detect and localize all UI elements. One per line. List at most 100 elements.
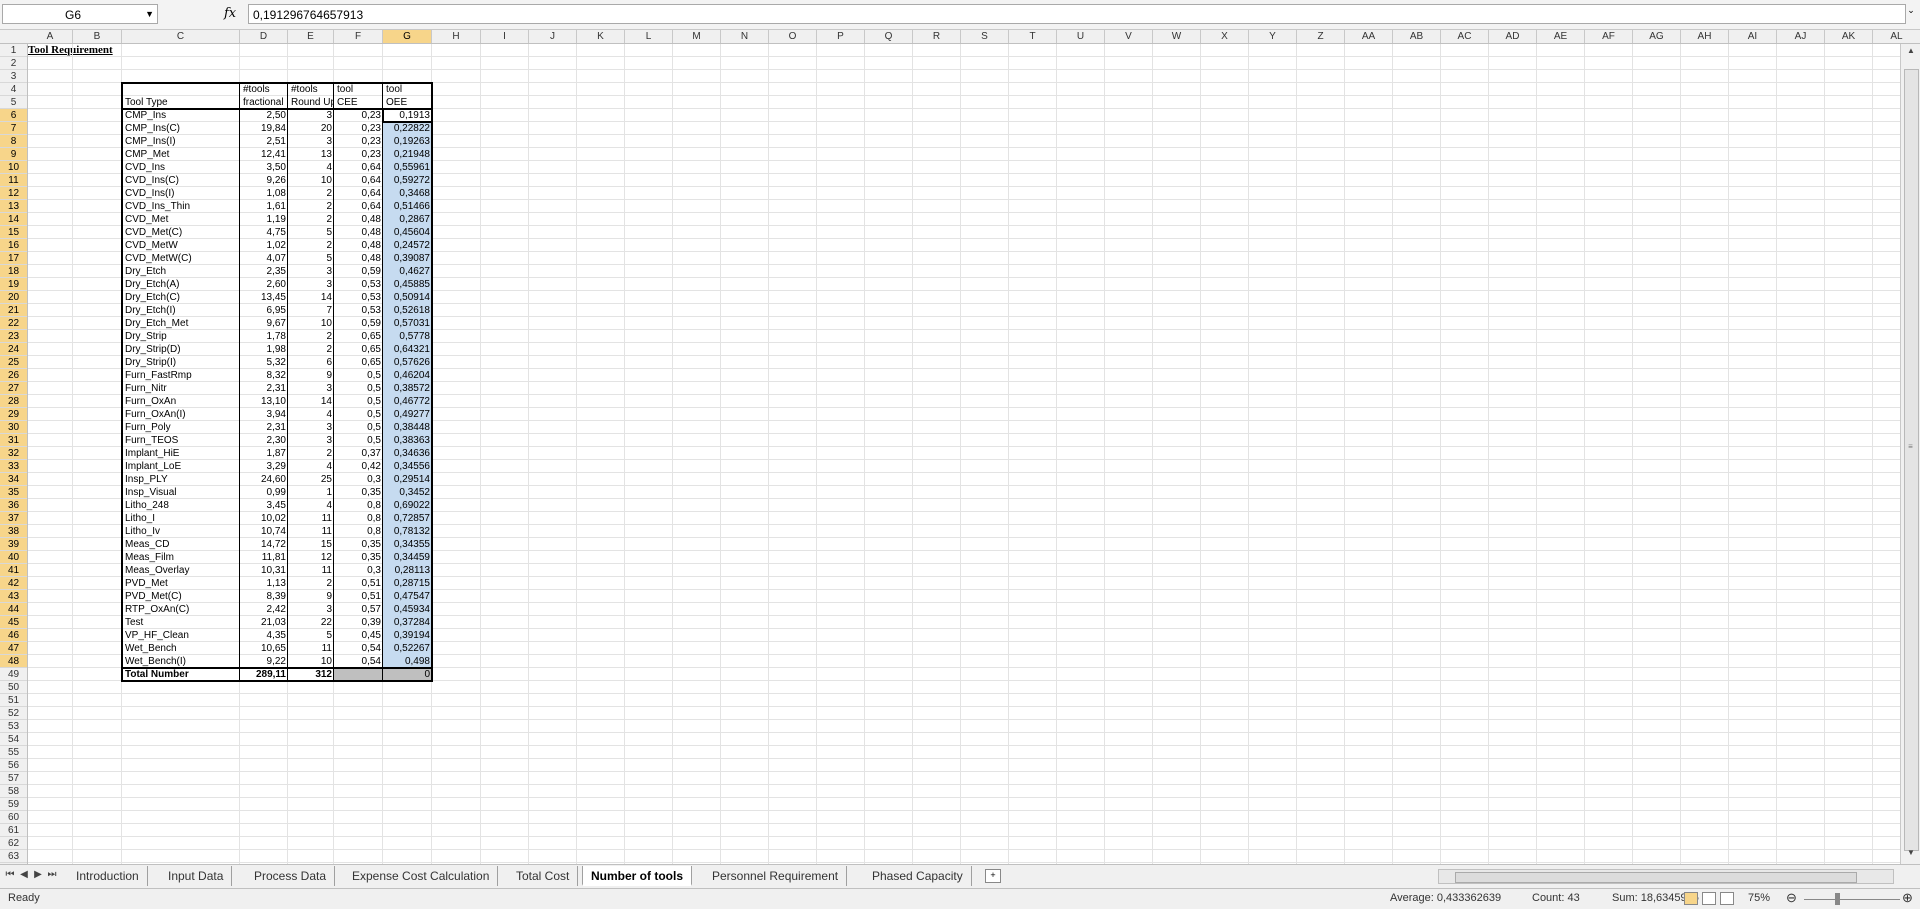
row-header[interactable]: 38 bbox=[0, 525, 27, 538]
row-header[interactable]: 55 bbox=[0, 746, 27, 759]
column-header[interactable]: O bbox=[769, 30, 817, 43]
next-sheet-icon[interactable]: ▶ bbox=[32, 869, 44, 880]
row-header[interactable]: 36 bbox=[0, 499, 27, 512]
horizontal-scroll-thumb[interactable] bbox=[1455, 872, 1857, 883]
column-header[interactable]: Y bbox=[1249, 30, 1297, 43]
column-header[interactable]: X bbox=[1201, 30, 1249, 43]
scroll-up-icon[interactable]: ▲ bbox=[1903, 46, 1919, 60]
row-header[interactable]: 35 bbox=[0, 486, 27, 499]
row-header[interactable]: 40 bbox=[0, 551, 27, 564]
column-header[interactable]: K bbox=[577, 30, 625, 43]
column-header[interactable]: AF bbox=[1585, 30, 1633, 43]
row-header[interactable]: 12 bbox=[0, 187, 27, 200]
scroll-down-icon[interactable]: ▼ bbox=[1903, 848, 1919, 862]
row-header[interactable]: 9 bbox=[0, 148, 27, 161]
column-header[interactable]: Z bbox=[1297, 30, 1345, 43]
row-header[interactable]: 62 bbox=[0, 837, 27, 850]
insert-sheet-icon[interactable]: + bbox=[985, 869, 1001, 883]
column-header[interactable]: V bbox=[1105, 30, 1153, 43]
column-header[interactable]: I bbox=[481, 30, 529, 43]
first-sheet-icon[interactable]: ⏮ bbox=[4, 869, 16, 880]
sheet-tab[interactable]: Introduction bbox=[68, 866, 148, 886]
row-header[interactable]: 29 bbox=[0, 408, 27, 421]
column-header[interactable]: D bbox=[240, 30, 288, 43]
row-header[interactable]: 5 bbox=[0, 96, 27, 109]
row-header[interactable]: 49 bbox=[0, 668, 27, 681]
row-header[interactable]: 48 bbox=[0, 655, 27, 668]
row-header[interactable]: 19 bbox=[0, 278, 27, 291]
row-header[interactable]: 13 bbox=[0, 200, 27, 213]
column-header[interactable]: R bbox=[913, 30, 961, 43]
row-header[interactable]: 21 bbox=[0, 304, 27, 317]
vertical-scroll-thumb[interactable] bbox=[1904, 69, 1919, 851]
sheet-tab[interactable]: Expense Cost Calculation bbox=[344, 866, 499, 886]
row-header[interactable]: 10 bbox=[0, 161, 27, 174]
row-header[interactable]: 20 bbox=[0, 291, 27, 304]
expand-formula-bar-icon[interactable]: ⌄ bbox=[1904, 5, 1918, 23]
row-header[interactable]: 58 bbox=[0, 785, 27, 798]
column-header[interactable]: L bbox=[625, 30, 673, 43]
row-header[interactable]: 27 bbox=[0, 382, 27, 395]
sheet-title[interactable]: Tool Requirement bbox=[28, 44, 188, 57]
column-header[interactable]: W bbox=[1153, 30, 1201, 43]
row-header[interactable]: 7 bbox=[0, 122, 27, 135]
column-header[interactable]: N bbox=[721, 30, 769, 43]
row-header[interactable]: 33 bbox=[0, 460, 27, 473]
row-header[interactable]: 31 bbox=[0, 434, 27, 447]
row-header[interactable]: 18 bbox=[0, 265, 27, 278]
formula-input[interactable]: 0,191296764657913 bbox=[248, 4, 1906, 24]
column-header[interactable]: T bbox=[1009, 30, 1057, 43]
chevron-down-icon[interactable]: ▼ bbox=[145, 9, 154, 19]
column-header[interactable]: AK bbox=[1825, 30, 1873, 43]
sheet-tab[interactable]: Total Cost bbox=[508, 866, 579, 886]
last-sheet-icon[interactable]: ⏭ bbox=[46, 869, 58, 880]
column-header[interactable]: H bbox=[432, 30, 481, 43]
column-header[interactable]: S bbox=[961, 30, 1009, 43]
row-header[interactable]: 34 bbox=[0, 473, 27, 486]
zoom-in-icon[interactable]: ⊕ bbox=[1902, 890, 1913, 906]
horizontal-scrollbar[interactable] bbox=[1438, 869, 1894, 884]
row-header[interactable]: 45 bbox=[0, 616, 27, 629]
row-header[interactable]: 30 bbox=[0, 421, 27, 434]
column-header[interactable]: P bbox=[817, 30, 865, 43]
column-header[interactable]: E bbox=[288, 30, 334, 43]
column-header[interactable]: AI bbox=[1729, 30, 1777, 43]
column-header[interactable]: AD bbox=[1489, 30, 1537, 43]
zoom-slider-thumb[interactable] bbox=[1835, 893, 1840, 905]
row-header[interactable]: 56 bbox=[0, 759, 27, 772]
row-header[interactable]: 2 bbox=[0, 57, 27, 70]
name-box[interactable]: G6 ▼ bbox=[2, 4, 158, 24]
row-header[interactable]: 22 bbox=[0, 317, 27, 330]
row-header[interactable]: 46 bbox=[0, 629, 27, 642]
row-header[interactable]: 44 bbox=[0, 603, 27, 616]
zoom-level[interactable]: 75% bbox=[1748, 892, 1770, 904]
column-header[interactable]: B bbox=[73, 30, 122, 43]
row-header[interactable]: 39 bbox=[0, 538, 27, 551]
row-header[interactable]: 24 bbox=[0, 343, 27, 356]
row-header[interactable]: 17 bbox=[0, 252, 27, 265]
worksheet-grid[interactable]: Tool Requirement Tool Type #tools fraction… bbox=[28, 44, 1900, 864]
prev-sheet-icon[interactable]: ◀ bbox=[18, 869, 30, 880]
zoom-slider[interactable] bbox=[1804, 899, 1900, 900]
row-header[interactable]: 42 bbox=[0, 577, 27, 590]
row-header[interactable]: 54 bbox=[0, 733, 27, 746]
row-header[interactable]: 51 bbox=[0, 694, 27, 707]
row-header[interactable]: 15 bbox=[0, 226, 27, 239]
row-header[interactable]: 52 bbox=[0, 707, 27, 720]
row-header[interactable]: 53 bbox=[0, 720, 27, 733]
insert-function-icon[interactable]: fx bbox=[224, 6, 236, 21]
sheet-tab[interactable]: Phased Capacity bbox=[864, 866, 972, 886]
row-header[interactable]: 41 bbox=[0, 564, 27, 577]
row-header[interactable]: 6 bbox=[0, 109, 27, 122]
sheet-tab[interactable]: Input Data bbox=[160, 866, 233, 886]
row-header[interactable]: 61 bbox=[0, 824, 27, 837]
row-header[interactable]: 50 bbox=[0, 681, 27, 694]
row-header[interactable]: 59 bbox=[0, 798, 27, 811]
column-header[interactable]: U bbox=[1057, 30, 1105, 43]
sheet-tab[interactable]: Personnel Requirement bbox=[704, 866, 848, 886]
column-header[interactable]: AJ bbox=[1777, 30, 1825, 43]
row-header[interactable]: 4 bbox=[0, 83, 27, 96]
vertical-scrollbar[interactable]: ▲ ≡ ▼ bbox=[1900, 44, 1920, 864]
row-header[interactable]: 14 bbox=[0, 213, 27, 226]
page-layout-view-icon[interactable] bbox=[1702, 892, 1716, 905]
